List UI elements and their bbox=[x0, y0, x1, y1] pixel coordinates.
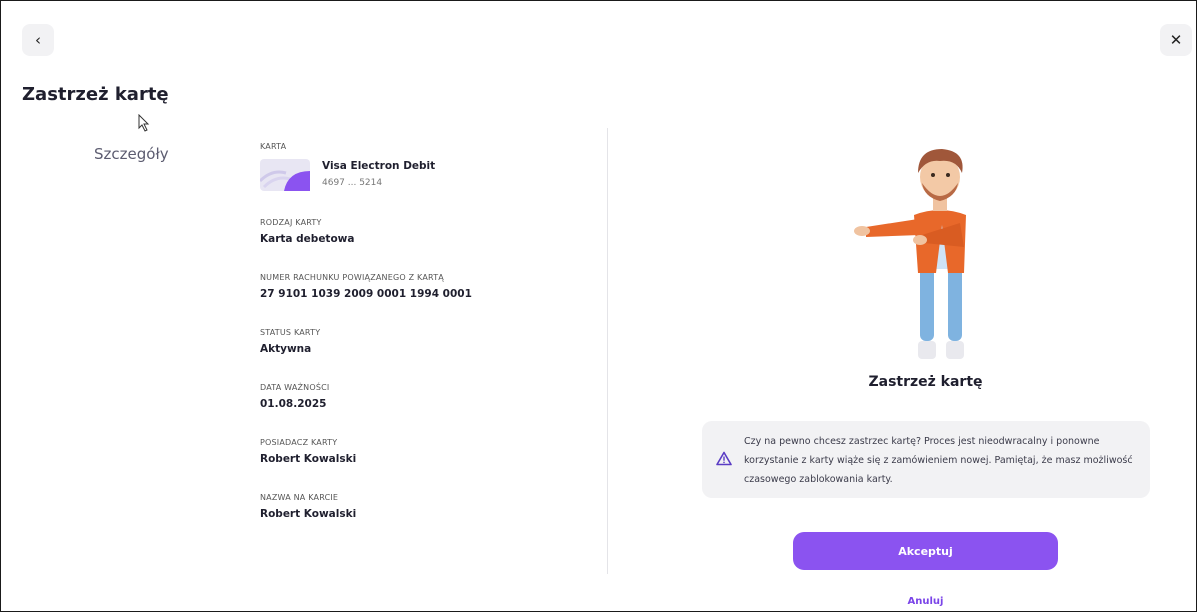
card-thumbnail-icon bbox=[260, 159, 310, 191]
card-field: KARTA Visa Electron Debit 4697 ... 5214 bbox=[260, 142, 435, 191]
confirm-title: Zastrzeż kartę bbox=[868, 374, 983, 390]
field-account-number: NUMER RACHUNKU POWIĄZANEGO Z KARTĄ 27 91… bbox=[260, 273, 472, 300]
field-label: KARTA bbox=[260, 142, 287, 151]
card-summary: Visa Electron Debit 4697 ... 5214 bbox=[260, 159, 435, 191]
card-name: Visa Electron Debit bbox=[322, 160, 436, 172]
field-name-on-card: NAZWA NA KARCIE Robert Kowalski bbox=[260, 493, 356, 520]
section-tab-details[interactable]: Szczegóły bbox=[94, 145, 169, 163]
field-label: NUMER RACHUNKU POWIĄZANEGO Z KARTĄ bbox=[260, 273, 444, 282]
warning-triangle-icon bbox=[716, 451, 732, 466]
warning-text: Czy na pewno chcesz zastrzec kartę? Proc… bbox=[744, 436, 1133, 485]
field-value: 27 9101 1039 2009 0001 1994 0001 bbox=[260, 288, 472, 300]
character-illustration bbox=[854, 149, 966, 359]
back-button[interactable]: ‹ bbox=[22, 24, 54, 56]
field-label: STATUS KARTY bbox=[260, 328, 321, 337]
field-value: 01.08.2025 bbox=[260, 398, 327, 410]
warning-notice: Czy na pewno chcesz zastrzec kartę? Proc… bbox=[702, 421, 1150, 498]
field-value: Robert Kowalski bbox=[260, 453, 357, 465]
card-number: 4697 ... 5214 bbox=[322, 178, 383, 188]
field-label: POSIADACZ KARTY bbox=[260, 438, 338, 447]
close-button[interactable]: ✕ bbox=[1160, 24, 1192, 56]
field-card-status: STATUS KARTY Aktywna bbox=[260, 328, 320, 355]
chevron-left-icon: ‹ bbox=[35, 31, 41, 49]
vertical-divider bbox=[607, 128, 608, 574]
field-label: RODZAJ KARTY bbox=[260, 218, 322, 227]
field-value: Aktywna bbox=[260, 343, 312, 355]
field-card-holder: POSIADACZ KARTY Robert Kowalski bbox=[260, 438, 356, 465]
field-value: Karta debetowa bbox=[260, 233, 355, 245]
page-title: Zastrzeż kartę bbox=[22, 84, 169, 105]
window-frame bbox=[0, 0, 1197, 612]
mouse-cursor-icon bbox=[138, 114, 150, 132]
field-value: Robert Kowalski bbox=[260, 508, 357, 520]
cancel-link[interactable]: Anuluj bbox=[793, 596, 1058, 607]
field-label: NAZWA NA KARCIE bbox=[260, 493, 339, 502]
close-icon: ✕ bbox=[1169, 31, 1183, 49]
field-card-type: RODZAJ KARTY Karta debetowa bbox=[260, 218, 354, 245]
accept-button[interactable]: Akceptuj bbox=[793, 532, 1058, 570]
